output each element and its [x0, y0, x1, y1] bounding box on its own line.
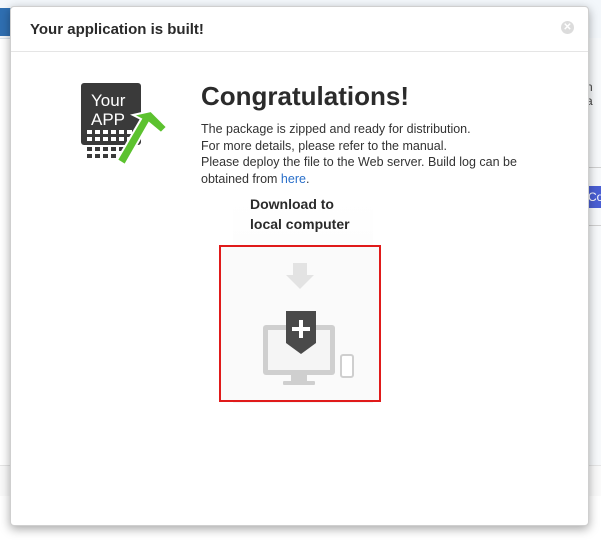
build-log-link[interactable]: here [281, 172, 306, 186]
message-text: . [305, 171, 310, 186]
message-line: For more details, please refer to the ma… [201, 138, 447, 153]
download-to-computer-button[interactable] [219, 245, 381, 402]
logo-text-your: Your [91, 91, 126, 110]
download-to-computer-icon [263, 263, 354, 385]
download-label-line: Download to [250, 196, 334, 212]
congratulations-heading: Congratulations! [201, 81, 409, 111]
message-line: The package is zipped and ready for dist… [201, 122, 471, 136]
dialog-header: Your application is built! ✕ [11, 7, 588, 52]
download-label-line: local computer [250, 216, 350, 232]
logo-text-app: APP [91, 110, 125, 129]
download-option-label: Download to local computer [250, 194, 390, 234]
message-text: Please deploy the file to the Web server… [201, 155, 517, 186]
close-icon[interactable]: ✕ [561, 21, 574, 34]
message-line: Please deploy the file to the Web server… [201, 154, 561, 187]
build-complete-dialog: Your application is built! ✕ Your APP Co… [10, 6, 589, 526]
dialog-title: Your application is built! [30, 21, 204, 38]
build-message: The package is zipped and ready for dist… [201, 121, 561, 187]
your-app-logo: Your APP [81, 83, 169, 167]
